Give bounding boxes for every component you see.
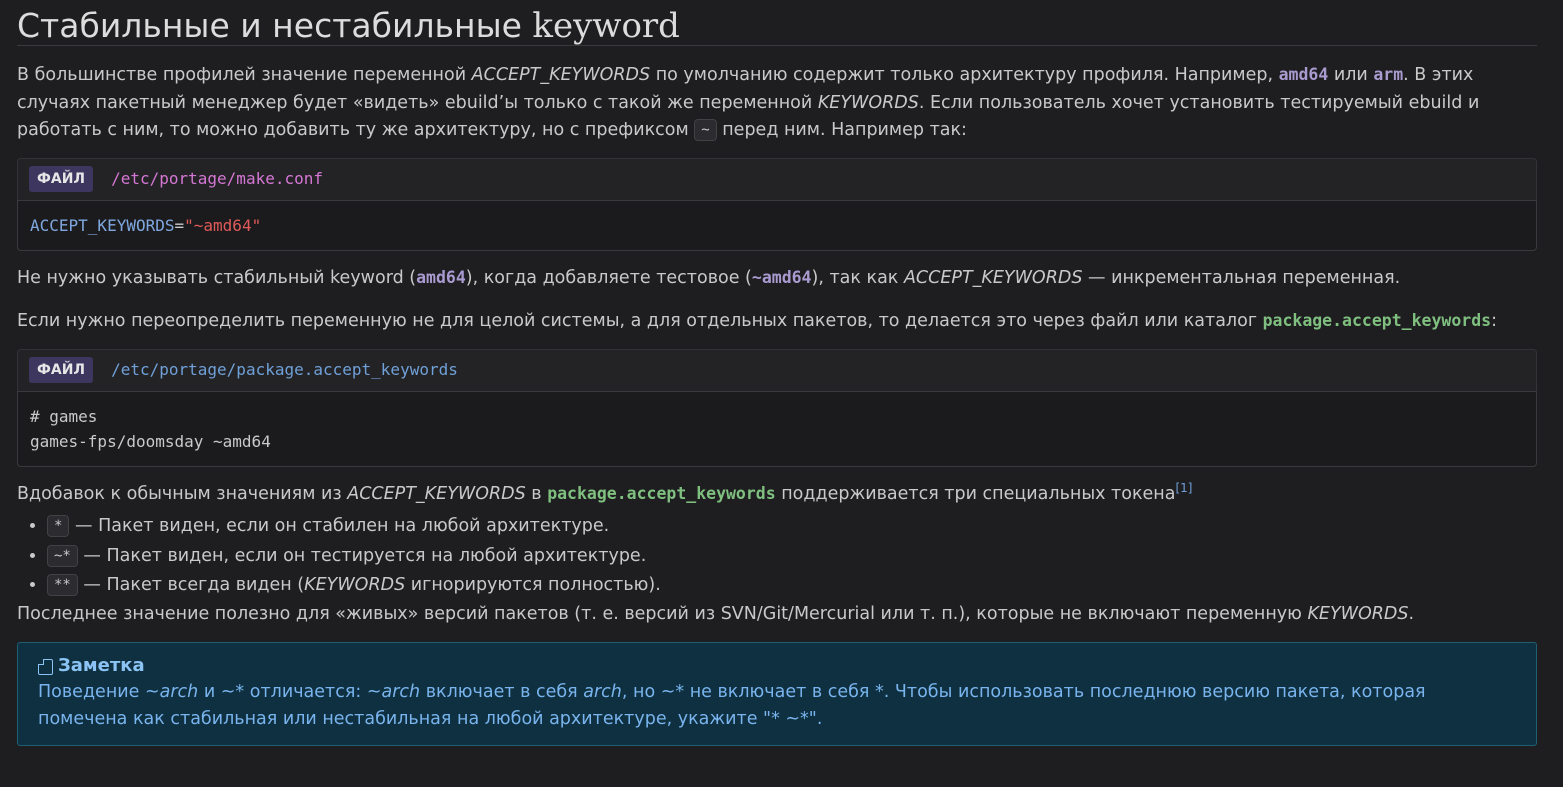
text: ), так как (811, 267, 904, 288)
heading-text: Стабильные и нестабильные (17, 6, 533, 45)
text: Если нужно переопределить переменную не … (17, 311, 1263, 331)
file-label-badge: ФАЙЛ (29, 357, 94, 383)
text: игнорируются полностью). (405, 575, 661, 595)
paragraph-override: Если нужно переопределить переменную не … (17, 307, 1537, 336)
text: перед ним. Например так: (716, 120, 967, 140)
text: — Пакет всегда виден ( (77, 575, 305, 595)
italic-term: ~arch (366, 682, 421, 702)
note-body: Поведение ~arch и ~* отличается: ~arch в… (38, 679, 1516, 733)
text: : (1491, 311, 1497, 331)
code-string: "~amd64" (184, 215, 262, 235)
code-equals: = (174, 215, 185, 235)
code-line-entry: games-fps/doomsday ~amd64 (30, 431, 271, 451)
text: — Пакет виден, если он тестируется на лю… (77, 545, 647, 566)
variable-name: ACCEPT_KEYWORDS (471, 65, 651, 85)
inline-code-chip: ~ (694, 119, 717, 141)
keyword-code: amd64 (416, 267, 466, 287)
variable-name: ACCEPT_KEYWORDS (347, 483, 526, 504)
paragraph-live-versions: Последнее значение полезно для «живых» в… (17, 601, 1537, 629)
text: и ~* отличается: (198, 682, 367, 702)
code-variable: ACCEPT_KEYWORDS (30, 215, 175, 235)
variable-name: KEYWORDS (817, 92, 919, 113)
text: Не нужно указывать стабильный keyword ( (17, 267, 417, 288)
list-item: * — Пакет виден, если он стабилен на люб… (47, 512, 1537, 542)
text: — Пакет виден, если он стабилен на любой… (69, 516, 610, 536)
section-heading: Стабильные и нестабильные keyword (17, 0, 1537, 46)
paragraph-intro: В большинстве профилей значение переменн… (17, 61, 1537, 145)
file-box-make-conf: ФАЙЛ /etc/portage/make.conf ACCEPT_KEYWO… (17, 157, 1537, 251)
inline-code-chip: ~* (47, 544, 78, 567)
text: включает в себя (420, 682, 584, 702)
note-title: Заметка (37, 653, 1516, 679)
code-line-comment: # games (30, 406, 98, 426)
list-item: ** — Пакет всегда виден (KEYWORDS игнори… (47, 571, 1537, 601)
text: поддерживается три специальных токена (775, 483, 1176, 504)
file-header: ФАЙЛ /etc/portage/package.accept_keyword… (17, 348, 1537, 391)
text: Поведение (38, 682, 145, 702)
file-path: /etc/portage/make.conf (111, 169, 323, 189)
variable-name: KEYWORDS (304, 575, 406, 595)
keyword-code: arm (1373, 65, 1404, 84)
italic-term: ~arch (144, 682, 199, 702)
keyword-code: amd64 (1278, 65, 1329, 84)
inline-code-chip: * (47, 515, 70, 537)
text: в (525, 483, 548, 504)
paragraph-tokens-intro: Вдобавок к обычным значениям из ACCEPT_K… (17, 480, 1537, 509)
token-list: * — Пакет виден, если он стабилен на люб… (17, 512, 1537, 601)
file-box-package-accept-keywords: ФАЙЛ /etc/portage/package.accept_keyword… (17, 348, 1537, 467)
package-file-code: package.accept_keywords (1262, 311, 1492, 330)
heading-keyword: keyword (532, 6, 680, 46)
text: по умолчанию содержит только архитектуру… (650, 65, 1279, 85)
file-path: /etc/portage/package.accept_keywords (111, 360, 458, 380)
text: Последнее значение полезно для «живых» в… (17, 603, 1308, 624)
keyword-code: ~amd64 (751, 267, 812, 287)
code-block: ACCEPT_KEYWORDS="~amd64" (17, 199, 1537, 251)
file-header: ФАЙЛ /etc/portage/make.conf (17, 157, 1537, 200)
note-box: Заметка Поведение ~arch и ~* отличается:… (17, 642, 1537, 746)
note-icon (37, 658, 53, 675)
package-file-code: package.accept_keywords (547, 483, 776, 503)
text: В большинстве профилей значение переменн… (17, 65, 472, 85)
text: — инкрементальная переменная. (1082, 267, 1401, 288)
article: Стабильные и нестабильные keyword В боль… (17, 0, 1537, 746)
inline-code-chip: ** (47, 574, 78, 596)
text: ), когда добавляете тестовое ( (465, 267, 752, 288)
code-block: # games games-fps/doomsday ~amd64 (17, 390, 1537, 467)
text: . (1408, 603, 1415, 624)
file-label-badge: ФАЙЛ (29, 166, 94, 192)
text: Вдобавок к обычным значениям из (17, 483, 348, 504)
variable-name: ACCEPT_KEYWORDS (903, 267, 1083, 288)
variable-name: KEYWORDS (1307, 603, 1409, 624)
list-item: ~* — Пакет виден, если он тестируется на… (47, 542, 1537, 572)
note-title-text: Заметка (58, 655, 145, 676)
footnote-link[interactable]: [1] (1175, 481, 1192, 495)
paragraph-incremental: Не нужно указывать стабильный keyword (a… (17, 264, 1537, 293)
text: или (1328, 65, 1374, 85)
italic-term: arch (583, 682, 622, 702)
